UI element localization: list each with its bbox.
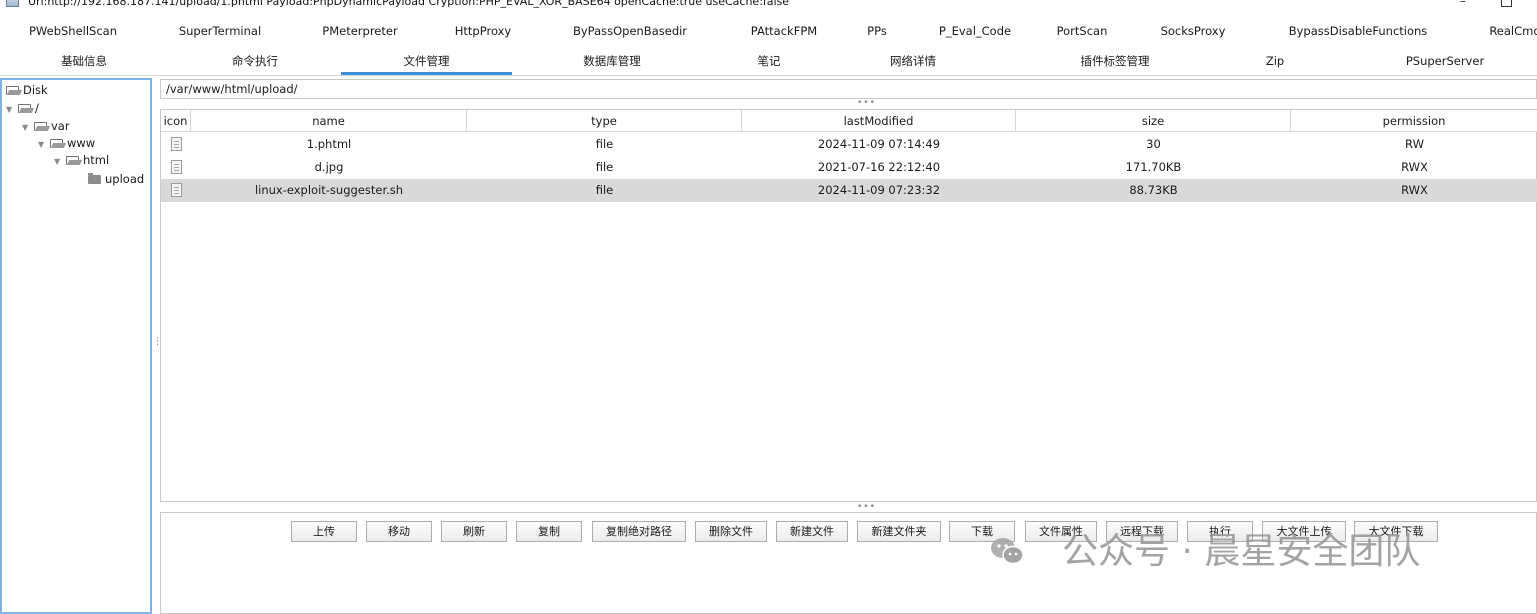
tab-pwebshellscan[interactable]: PWebShellScan bbox=[14, 19, 132, 43]
maximize-button[interactable] bbox=[1501, 0, 1512, 7]
table-row[interactable]: 1.phtml file 2024-11-09 07:14:49 30 RW bbox=[161, 133, 1537, 156]
plugin-tab-bar: PWebShellScan SuperTerminal PMeterpreter Ht… bbox=[0, 19, 1537, 43]
cell-type: file bbox=[595, 160, 614, 174]
cell-name: d.jpg bbox=[314, 160, 344, 174]
cell-lastmodified: 2024-11-09 07:14:49 bbox=[817, 137, 941, 151]
column-header-size[interactable]: size bbox=[1016, 110, 1291, 132]
top-splitter-handle[interactable]: ••• bbox=[857, 99, 875, 108]
tree-node-label: upload bbox=[105, 172, 145, 186]
column-header-icon[interactable]: icon bbox=[161, 110, 191, 132]
table-row[interactable]: d.jpg file 2021-07-16 22:12:40 171.70KB RWX bbox=[161, 156, 1537, 179]
tab-pmeterpreter[interactable]: PMeterpreter bbox=[290, 19, 430, 43]
tree-node-var[interactable]: ▼ var bbox=[22, 118, 70, 135]
folder-open-icon bbox=[50, 139, 63, 148]
file-icon bbox=[171, 137, 182, 151]
tree-node-disk[interactable]: Disk bbox=[6, 82, 48, 99]
new-file-button[interactable]: 新建文件 bbox=[776, 521, 848, 542]
file-icon-cell bbox=[161, 179, 191, 202]
directory-tree[interactable]: Disk ▼ / ▼ var ▼ www ▼ html upload bbox=[0, 78, 152, 614]
main-tab-item-3[interactable]: 数据库管理 bbox=[512, 49, 712, 75]
main-tab-zip[interactable]: Zip bbox=[1230, 49, 1320, 75]
file-icon-cell bbox=[161, 133, 191, 156]
column-header-type[interactable]: type bbox=[467, 110, 742, 132]
file-icon-cell bbox=[161, 156, 191, 179]
tab-bypassopenbasedir[interactable]: ByPassOpenBasedir bbox=[550, 19, 710, 43]
tab-realcmd[interactable]: RealCmd bbox=[1470, 19, 1537, 43]
folder-open-icon bbox=[66, 156, 79, 165]
main-tab-bar: 基础信息 命令执行 文件管理 数据库管理 笔记 网络详情 插件标签管理 Zip PSuperSe… bbox=[0, 49, 1537, 76]
tree-node-item-1[interactable]: ▼ / bbox=[6, 100, 39, 117]
tree-node-upload[interactable]: upload bbox=[88, 171, 144, 188]
tree-node-label: var bbox=[51, 119, 70, 133]
main-tab-item-2[interactable]: 文件管理 bbox=[341, 49, 512, 75]
cell-type: file bbox=[595, 137, 614, 151]
file-icon bbox=[171, 160, 182, 174]
tree-node-label: Disk bbox=[23, 83, 48, 97]
folder-closed-icon bbox=[88, 173, 101, 184]
cell-permission: RWX bbox=[1401, 183, 1428, 197]
cell-permission: RWX bbox=[1401, 160, 1428, 174]
vertical-splitter[interactable]: ⋮ bbox=[153, 338, 162, 347]
tree-node-www[interactable]: ▼ www bbox=[38, 135, 95, 152]
tab-p-eval-code[interactable]: P_Eval_Code bbox=[922, 19, 1028, 43]
wechat-icon bbox=[991, 538, 1024, 565]
tab-socksproxy[interactable]: SocksProxy bbox=[1140, 19, 1246, 43]
expand-toggle-icon[interactable]: ▼ bbox=[54, 153, 66, 170]
bottom-splitter-handle[interactable]: ••• bbox=[857, 503, 875, 512]
tree-node-html[interactable]: ▼ html bbox=[54, 152, 109, 169]
cell-name: 1.phtml bbox=[306, 137, 352, 151]
tab-portscan[interactable]: PortScan bbox=[1036, 19, 1128, 43]
main-tab-psuperserver[interactable]: PSuperServer bbox=[1345, 49, 1537, 75]
table-row[interactable]: linux-exploit-suggester.sh file 2024-11-09… bbox=[161, 179, 1537, 202]
folder-open-icon bbox=[6, 86, 19, 95]
main-tab-item-5[interactable]: 网络详情 bbox=[826, 49, 1000, 75]
tab-pattackfpm[interactable]: PAttackFPM bbox=[725, 19, 843, 43]
expand-toggle-icon[interactable]: ▼ bbox=[38, 136, 50, 153]
path-input[interactable]: /var/www/html/upload/ bbox=[160, 79, 1537, 99]
file-table: icon name type lastModified size permission 1… bbox=[160, 109, 1537, 502]
app-icon bbox=[6, 0, 19, 7]
window-title: Url:http://192.168.187.141/upload/1.phtm… bbox=[28, 0, 790, 8]
folder-open-icon bbox=[18, 104, 31, 113]
refresh-button[interactable]: 刷新 bbox=[441, 521, 507, 542]
cell-size: 30 bbox=[1146, 137, 1161, 151]
watermark-text: 公众号 · 晨星安全团队 bbox=[1062, 531, 1421, 572]
column-header-name[interactable]: name bbox=[191, 110, 467, 132]
new-folder-button[interactable]: 新建文件夹 bbox=[857, 521, 941, 542]
tree-node-label: / bbox=[35, 101, 39, 115]
delete-file-button[interactable]: 删除文件 bbox=[695, 521, 767, 542]
expand-toggle-icon[interactable]: ▼ bbox=[6, 101, 18, 118]
cell-type: file bbox=[595, 183, 614, 197]
cell-size: 171.70KB bbox=[1125, 160, 1182, 174]
tab-httpproxy[interactable]: HttpProxy bbox=[430, 19, 536, 43]
expand-toggle-icon[interactable]: ▼ bbox=[22, 119, 34, 136]
copy-button[interactable]: 复制 bbox=[516, 521, 582, 542]
file-icon bbox=[171, 183, 182, 197]
main-tab-item-0[interactable]: 基础信息 bbox=[14, 49, 154, 75]
main-tab-item-4[interactable]: 笔记 bbox=[712, 49, 826, 75]
upload-button[interactable]: 上传 bbox=[291, 521, 357, 542]
cell-size: 88.73KB bbox=[1129, 183, 1178, 197]
main-tab-item-6[interactable]: 插件标签管理 bbox=[1000, 49, 1230, 75]
cell-permission: RW bbox=[1405, 137, 1424, 151]
tab-superterminal[interactable]: SuperTerminal bbox=[150, 19, 290, 43]
title-bar: Url:http://192.168.187.141/upload/1.phtm… bbox=[0, 0, 1537, 14]
column-header-permission[interactable]: permission bbox=[1291, 110, 1537, 132]
tree-node-label: html bbox=[83, 153, 110, 167]
tab-bypassdisablefunctions[interactable]: BypassDisableFunctions bbox=[1270, 19, 1446, 43]
cell-name: linux-exploit-suggester.sh bbox=[254, 183, 404, 197]
copy-absolute-path-button[interactable]: 复制绝对路径 bbox=[592, 521, 686, 542]
tab-pps[interactable]: PPs bbox=[848, 19, 906, 43]
folder-open-icon bbox=[34, 122, 47, 131]
move-button[interactable]: 移动 bbox=[366, 521, 432, 542]
main-tab-item-1[interactable]: 命令执行 bbox=[165, 49, 345, 75]
minimize-button[interactable]: – bbox=[1460, 0, 1466, 8]
cell-lastmodified: 2024-11-09 07:23:32 bbox=[817, 183, 941, 197]
tree-node-label: www bbox=[67, 136, 96, 150]
column-header-lastmodified[interactable]: lastModified bbox=[742, 110, 1016, 132]
cell-lastmodified: 2021-07-16 22:12:40 bbox=[817, 160, 941, 174]
